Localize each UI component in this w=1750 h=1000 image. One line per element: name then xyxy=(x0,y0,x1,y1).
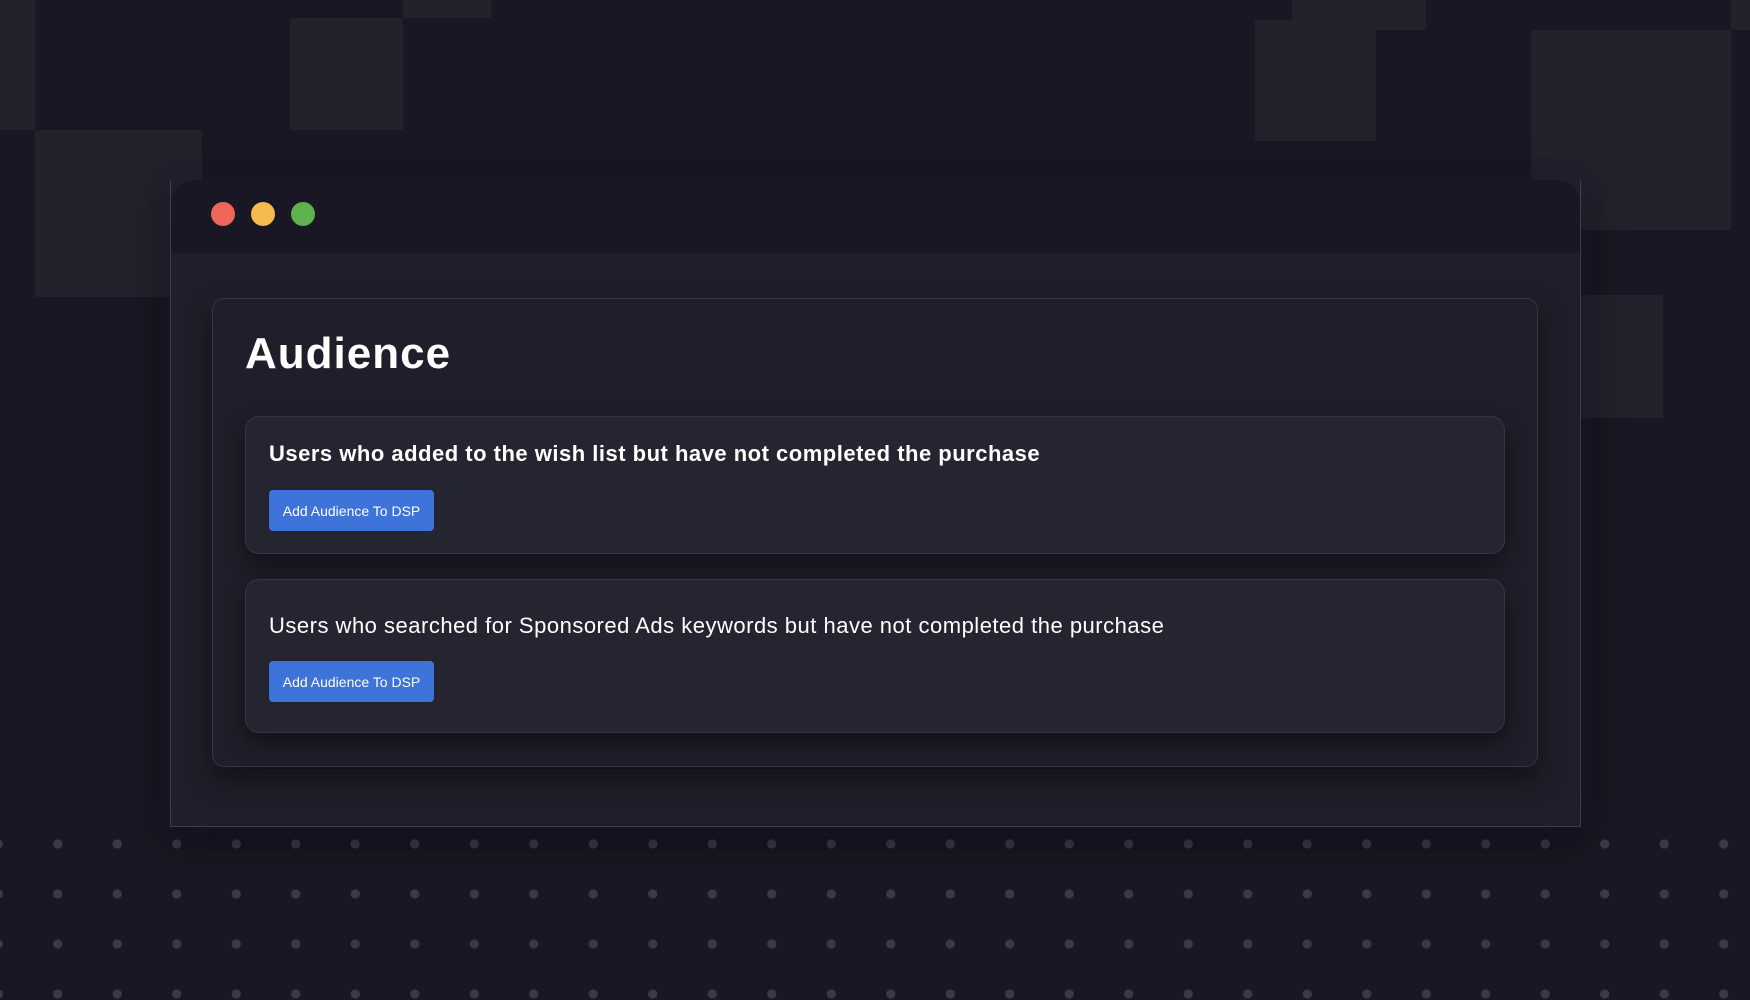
add-audience-to-dsp-button[interactable]: Add Audience To DSP xyxy=(269,661,434,702)
audience-panel: Audience Users who added to the wish lis… xyxy=(212,298,1538,767)
background-decoration xyxy=(1255,20,1376,141)
app-window: Audience Users who added to the wish lis… xyxy=(170,180,1581,827)
audience-card: Users who searched for Sponsored Ads key… xyxy=(245,579,1505,733)
close-window-icon[interactable] xyxy=(211,202,235,226)
background-decoration xyxy=(1292,0,1426,30)
maximize-window-icon[interactable] xyxy=(291,202,315,226)
audience-title: Users who searched for Sponsored Ads key… xyxy=(269,613,1165,638)
audience-title: Users who added to the wish list but hav… xyxy=(269,441,1041,466)
window-titlebar xyxy=(171,180,1580,253)
dot-pattern xyxy=(0,800,1750,1000)
background-decoration xyxy=(403,0,491,18)
page-title: Audience xyxy=(245,329,452,378)
background-decoration xyxy=(290,18,403,130)
add-audience-to-dsp-button[interactable]: Add Audience To DSP xyxy=(269,490,434,531)
audience-card: Users who added to the wish list but hav… xyxy=(245,416,1505,554)
background-decoration xyxy=(1579,295,1663,418)
background-decoration xyxy=(0,0,35,130)
minimize-window-icon[interactable] xyxy=(251,202,275,226)
background-decoration xyxy=(1731,0,1750,30)
